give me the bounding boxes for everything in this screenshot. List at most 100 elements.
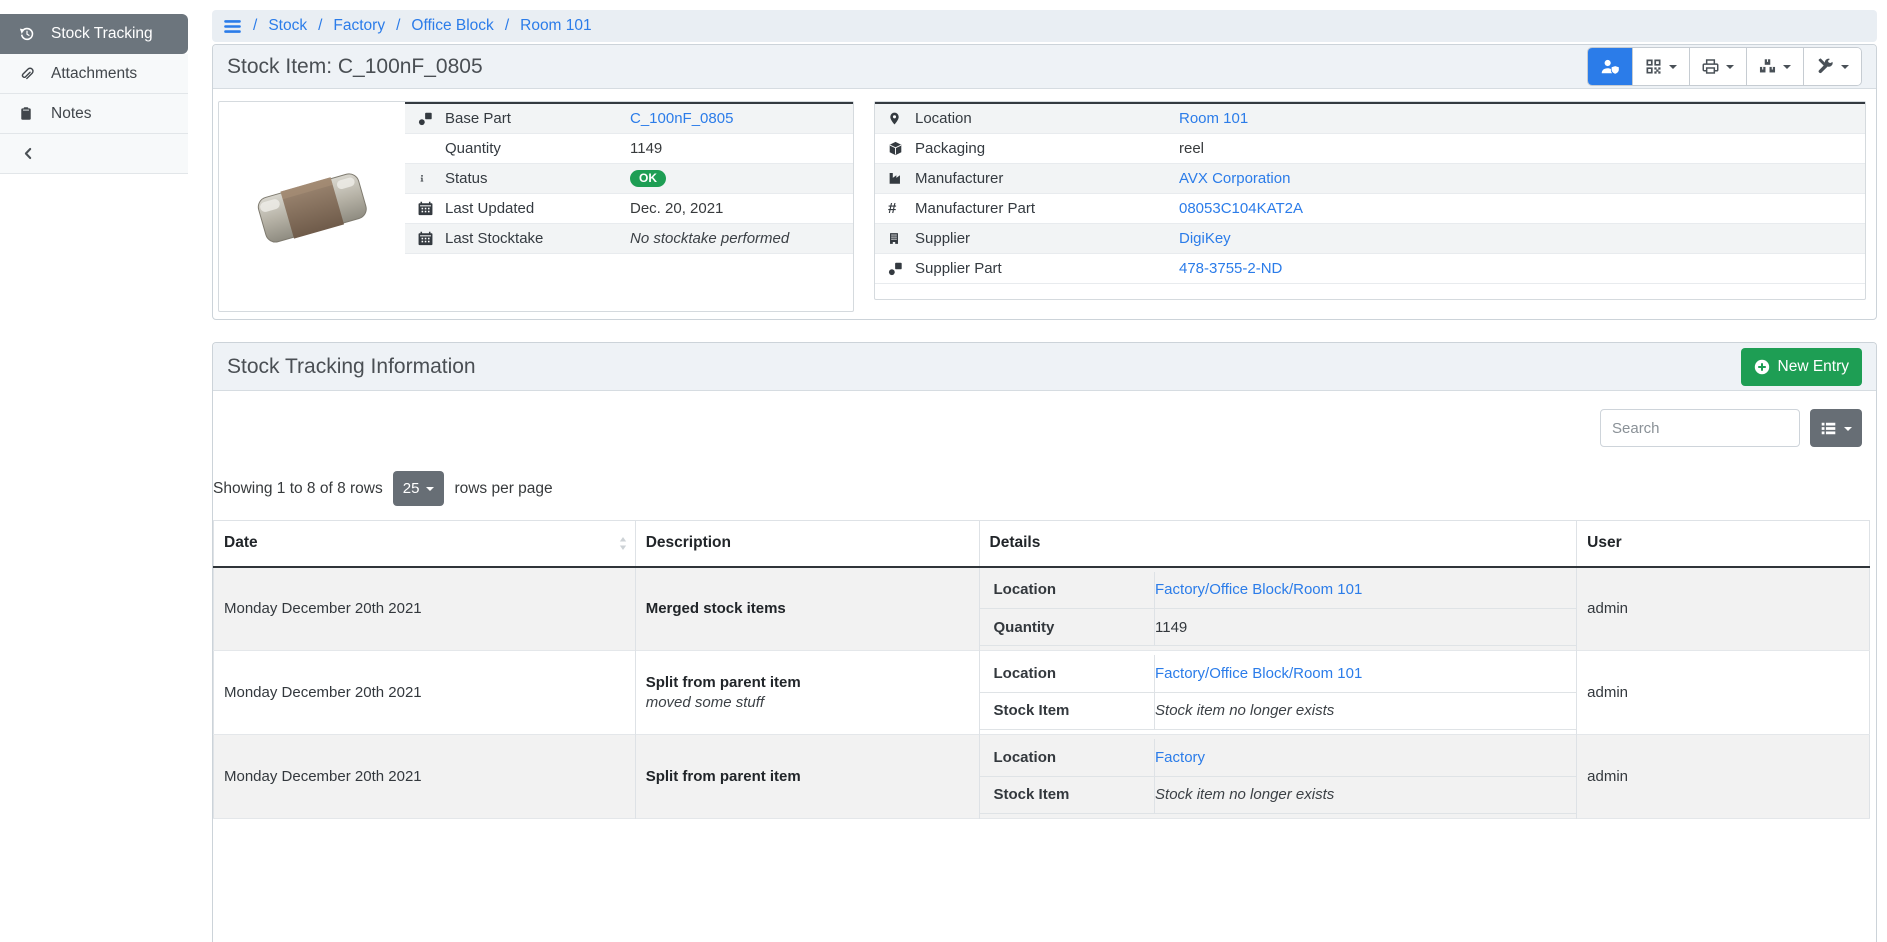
tracking-description: Split from parent item (646, 674, 801, 691)
detail-label: Packaging (915, 133, 1179, 163)
tracking-detail-row: Stock ItemStock item no longer exists (980, 776, 1577, 813)
tracking-detail-label: Quantity (980, 609, 1155, 646)
sidebar-item-label: Stock Tracking (51, 25, 153, 43)
search-input[interactable] (1600, 409, 1800, 447)
caret-down-icon (1841, 65, 1849, 73)
detail-label: Supplier Part (915, 253, 1179, 283)
detail-value-link[interactable]: AVX Corporation (1179, 170, 1290, 187)
paperclip-icon (19, 66, 36, 81)
tracking-detail-link[interactable]: Factory/Office Block/Room 101 (1155, 665, 1362, 682)
column-header-description[interactable]: Description (635, 521, 979, 567)
tracking-detail-label: Location (980, 572, 1155, 609)
stock-actions-button[interactable] (1746, 48, 1803, 85)
breadcrumb-link-stock[interactable]: Stock (268, 17, 307, 35)
history-icon (19, 26, 36, 42)
details-left-body: Base PartC_100nF_0805Quantity1149StatusO… (405, 103, 853, 253)
tracking-details-table: LocationFactoryStock ItemStock item no l… (980, 739, 1577, 814)
barcode-actions-button[interactable] (1632, 48, 1689, 85)
detail-row-base-part: Base PartC_100nF_0805 (405, 103, 853, 133)
tracking-details-table: LocationFactory/Office Block/Room 101Sto… (980, 655, 1577, 730)
tracking-detail-row: LocationFactory/Office Block/Room 101 (980, 655, 1577, 692)
detail-label: Last Updated (445, 193, 630, 223)
stock-item-supplier-table: LocationRoom 101PackagingreelManufacture… (875, 102, 1865, 284)
print-actions-button[interactable] (1689, 48, 1746, 85)
tracking-detail-link[interactable]: Factory/Office Block/Room 101 (1155, 581, 1362, 598)
detail-value: reel (1179, 140, 1204, 157)
breadcrumb-link-office-block[interactable]: Office Block (411, 17, 493, 35)
breadcrumb-link-room-101[interactable]: Room 101 (520, 17, 592, 35)
industry-icon (888, 171, 915, 185)
detail-row-supplier: SupplierDigiKey (875, 223, 1865, 253)
stock-tracking-table: DateDescription Details User Monday Decemb… (213, 520, 1870, 819)
tracking-detail-row: Stock ItemStock item no longer exists (980, 692, 1577, 729)
sort-icon[interactable] (619, 537, 627, 550)
detail-value-link[interactable]: 478-3755-2-ND (1179, 260, 1282, 277)
table-settings-button[interactable] (1810, 409, 1862, 447)
breadcrumb-link-factory[interactable]: Factory (333, 17, 385, 35)
detail-value-link[interactable]: 08053C104KAT2A (1179, 200, 1303, 217)
column-header-details[interactable]: Details (979, 521, 1577, 567)
detail-label: Supplier (915, 223, 1179, 253)
stock-item-toolbar (1587, 47, 1862, 86)
tracking-detail-value: 1149 (1155, 619, 1187, 636)
pagination-showing-text: Showing 1 to 8 of 8 rows (213, 480, 383, 498)
new-entry-button[interactable]: New Entry (1741, 348, 1863, 386)
detail-value: Dec. 20, 2021 (630, 200, 723, 217)
menu-icon[interactable] (223, 17, 242, 36)
tracking-description: Split from parent item (646, 768, 801, 785)
detail-label: Manufacturer Part (915, 193, 1179, 223)
stock-item-details-box: Base PartC_100nF_0805Quantity1149StatusO… (218, 101, 854, 312)
detail-row-supplier-part: Supplier Part478-3755-2-ND (875, 253, 1865, 283)
tracking-detail-value: Stock item no longer exists (1155, 786, 1334, 803)
detail-value-link[interactable]: C_100nF_0805 (630, 110, 733, 127)
breadcrumb-separator: / (396, 17, 400, 35)
tracking-row: Monday December 20th 2021 Split from pare… (214, 651, 1870, 735)
sidebar-collapse-button[interactable] (0, 134, 188, 174)
hashtag-icon: # (888, 200, 896, 217)
sidebar-item-label: Attachments (51, 65, 137, 83)
page-title: Stock Item: C_100nF_0805 (227, 55, 483, 79)
status-badge: OK (630, 170, 666, 187)
sidebar-item-label: Notes (51, 105, 92, 123)
tracking-table-header-row: DateDescription Details User (214, 521, 1870, 567)
detail-label: Manufacturer (915, 163, 1179, 193)
stock-item-supplier-box: LocationRoom 101PackagingreelManufacture… (874, 101, 1866, 300)
detail-value-link[interactable]: DigiKey (1179, 230, 1231, 247)
tracking-row: Monday December 20th 2021Split from pare… (214, 735, 1870, 819)
page-size-dropdown[interactable]: 25 (393, 471, 445, 506)
edit-actions-button[interactable] (1803, 48, 1861, 85)
map-marker-icon (888, 111, 915, 126)
shapes-icon (888, 261, 915, 276)
column-header-user[interactable]: User (1577, 521, 1870, 567)
sidebar-item-attachments[interactable]: Attachments (0, 54, 188, 94)
tracking-date: Monday December 20th 2021 (214, 651, 636, 735)
column-header-date[interactable]: Date (214, 521, 636, 567)
stock-item-panel-header: Stock Item: C_100nF_0805 (213, 45, 1876, 89)
tracking-detail-row: LocationFactory/Office Block/Room 101 (980, 572, 1577, 609)
detail-label: Last Stocktake (445, 223, 630, 253)
detail-label: Base Part (445, 103, 630, 133)
tracking-detail-link[interactable]: Factory (1155, 749, 1205, 766)
tracking-detail-row: LocationFactory (980, 739, 1577, 776)
sidebar-item-notes[interactable]: Notes (0, 94, 188, 134)
column-label: Details (990, 534, 1041, 552)
detail-row-packaging: Packagingreel (875, 133, 1865, 163)
calendar-icon (418, 201, 445, 216)
box-icon (888, 141, 915, 156)
table-controls (213, 391, 1876, 447)
detail-value: No stocktake performed (630, 230, 789, 247)
detail-row-status: StatusOK (405, 163, 853, 193)
caret-down-icon (1844, 427, 1852, 435)
part-thumbnail[interactable] (219, 102, 405, 311)
building-icon (888, 231, 915, 246)
stock-tracking-panel-header: Stock Tracking Information New Entry (213, 343, 1876, 391)
user-access-button[interactable] (1588, 48, 1632, 85)
sidebar-item-stock-tracking[interactable]: Stock Tracking (0, 14, 188, 54)
tracking-detail-label: Location (980, 655, 1155, 692)
column-label: User (1587, 534, 1621, 552)
detail-value-link[interactable]: Room 101 (1179, 110, 1248, 127)
sidebar: Stock Tracking Attachments Notes (0, 14, 188, 174)
clipboard-icon (19, 106, 36, 121)
breadcrumb-links: /Stock/Factory/Office Block/Room 101 (253, 17, 592, 35)
details-right-body: LocationRoom 101PackagingreelManufacture… (875, 103, 1865, 283)
